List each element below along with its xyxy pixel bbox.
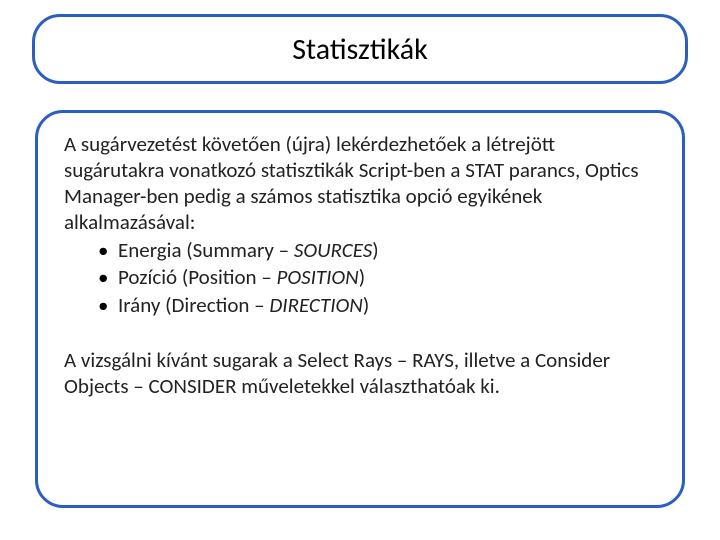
bullet-post: ) [363, 292, 369, 318]
list-item: Irány (Direction – DIRECTION) [118, 292, 656, 319]
spacer [64, 319, 656, 347]
bullet-keyword: DIRECTION [269, 292, 362, 318]
closing-text-1: A vizsgálni kívánt sugarak a Select Rays… [64, 347, 412, 373]
slide: Statisztikák A sugárvezetést követően (ú… [0, 0, 720, 540]
keyword-consider: CONSIDER [149, 373, 237, 399]
bullet-list: Energia (Summary – SOURCES) Pozíció (Pos… [64, 237, 656, 319]
bullet-post: ) [372, 237, 378, 263]
title-box: Statisztikák [32, 14, 688, 84]
list-item: Energia (Summary – SOURCES) [118, 237, 656, 264]
bullet-pre: Irány (Direction – [118, 292, 269, 318]
list-item: Pozíció (Position – POSITION) [118, 264, 656, 291]
bullet-keyword: POSITION [277, 264, 359, 290]
bullet-keyword: SOURCES [294, 237, 372, 263]
slide-title: Statisztikák [292, 31, 427, 68]
intro-paragraph: A sugárvezetést követően (újra) lekérdez… [64, 131, 656, 235]
closing-paragraph: A vizsgálni kívánt sugarak a Select Rays… [64, 347, 656, 399]
bullet-post: ) [359, 264, 365, 290]
keyword-rays: RAYS [412, 347, 454, 373]
bullet-pre: Energia (Summary – [118, 237, 294, 263]
bullet-pre: Pozíció (Position – [118, 264, 277, 290]
closing-text-3: műveletekkel választhatóak ki. [237, 373, 500, 399]
body-box: A sugárvezetést követően (újra) lekérdez… [35, 110, 685, 508]
keyword-stat: STAT [465, 157, 504, 183]
